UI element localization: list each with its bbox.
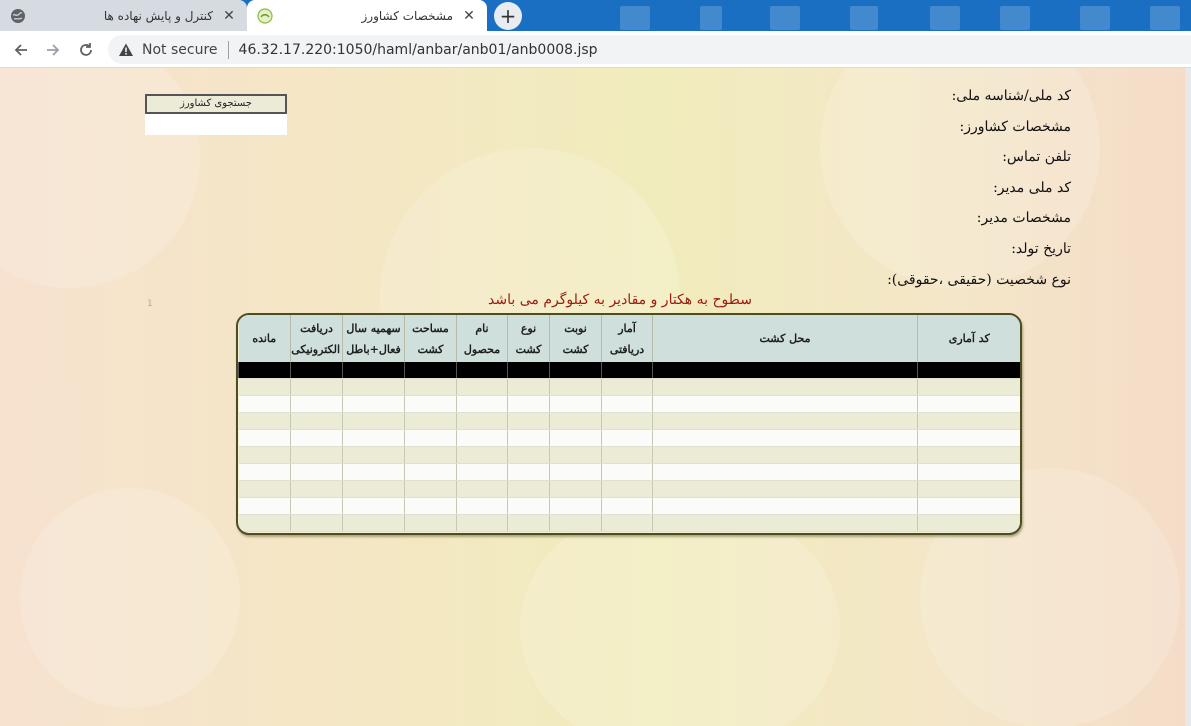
info-label-phone: تلفن تماس: [1002,149,1071,166]
table-header-row: کد آماری محل کشت آمار دریافتی نوبت کشت نوع… [238,315,1020,362]
browser-tab-strip: کنترل و پایش نهاده ها ✕ مشخصات کشاورز ✕ … [0,0,1191,31]
background-flower [20,488,240,708]
desktop-decor [1150,6,1180,30]
tab-farmer-profile[interactable]: مشخصات کشاورز ✕ [247,0,487,31]
page-scrollbar[interactable] [1185,68,1191,726]
column-header: محل کشت [652,315,918,362]
column-header: مانده [238,315,291,362]
forward-button[interactable] [40,37,66,63]
reload-button[interactable] [73,37,99,63]
table-row[interactable] [238,395,1020,413]
close-icon[interactable]: ✕ [221,8,237,24]
farmer-info-panel: کد ملی/شناسه ملی: مشخصات کشاورز: تلفن تم… [771,88,1071,302]
search-farmer-button[interactable]: جستجوی کشاورز [145,94,287,114]
table-row[interactable] [238,412,1020,430]
page-content: کد ملی/شناسه ملی: مشخصات کشاورز: تلفن تم… [0,68,1191,726]
info-label-national-id: کد ملی/شناسه ملی: [951,88,1071,104]
table-row[interactable] [238,514,1020,532]
url-text[interactable]: 46.32.17.220:1050/haml/anbar/anb01/anb00… [239,42,598,58]
globe-icon [10,8,26,24]
info-label-manager-details: مشخصات مدیر: [976,210,1071,227]
column-header: دریافت الکترونیکی [290,315,343,362]
table-row[interactable] [238,463,1020,481]
column-header: نام محصول [456,315,508,362]
table-row[interactable] [238,378,1020,396]
cultivation-table: کد آماری محل کشت آمار دریافتی نوبت کشت نوع… [236,313,1022,535]
search-farmer-input[interactable] [145,114,287,135]
column-header: نوع کشت [507,315,550,362]
divider [227,40,229,59]
column-header: سهمیه سال فعال+باطل [342,315,405,362]
warning-icon [118,42,134,58]
arrow-left-icon [14,44,27,56]
column-header: مساحت کشت [404,315,457,362]
tab-control-inputs[interactable]: کنترل و پایش نهاده ها ✕ [0,0,247,31]
table-row[interactable] [238,497,1020,515]
column-header: نوبت کشت [549,315,602,362]
units-note: سطوح به هکتار و مقادیر به کیلوگرم می باش… [488,292,752,308]
desktop-decor [770,6,800,30]
column-header: کد آماری [917,315,1020,362]
info-label-manager-id: کد ملی مدیر: [993,179,1071,196]
new-tab-button[interactable]: + [494,2,522,30]
info-label-farmer-details: مشخصات کشاورز: [959,118,1071,135]
desktop-decor [700,6,722,30]
close-icon[interactable]: ✕ [461,8,477,24]
desktop-decor [850,6,878,30]
back-button[interactable] [8,37,34,63]
page-marker: 1 [147,299,153,309]
desktop-decor [930,6,960,30]
desktop-decor [620,6,650,30]
arrow-right-icon [47,44,60,56]
desktop-decor [1080,6,1110,30]
desktop-decor [1000,6,1030,30]
table-row-selected[interactable] [238,362,1020,379]
site-logo-icon [257,7,273,24]
browser-toolbar: Not secure 46.32.17.220:1050/haml/anbar/… [0,31,1191,68]
table-body [238,362,1020,532]
tab-title: کنترل و پایش نهاده ها [103,8,213,23]
column-header: آمار دریافتی [601,315,653,362]
tab-title: مشخصات کشاورز [361,8,453,23]
info-label-birth-date: تاریخ تولد: [1011,240,1071,257]
info-label-entity-type: نوع شخصیت (حقیقی ،حقوقی): [887,271,1071,288]
security-label[interactable]: Not secure [142,42,218,58]
address-bar[interactable]: Not secure 46.32.17.220:1050/haml/anbar/… [108,35,1191,64]
table-row[interactable] [238,480,1020,498]
table-row[interactable] [238,429,1020,447]
table-row[interactable] [238,446,1020,464]
reload-icon [80,43,92,56]
